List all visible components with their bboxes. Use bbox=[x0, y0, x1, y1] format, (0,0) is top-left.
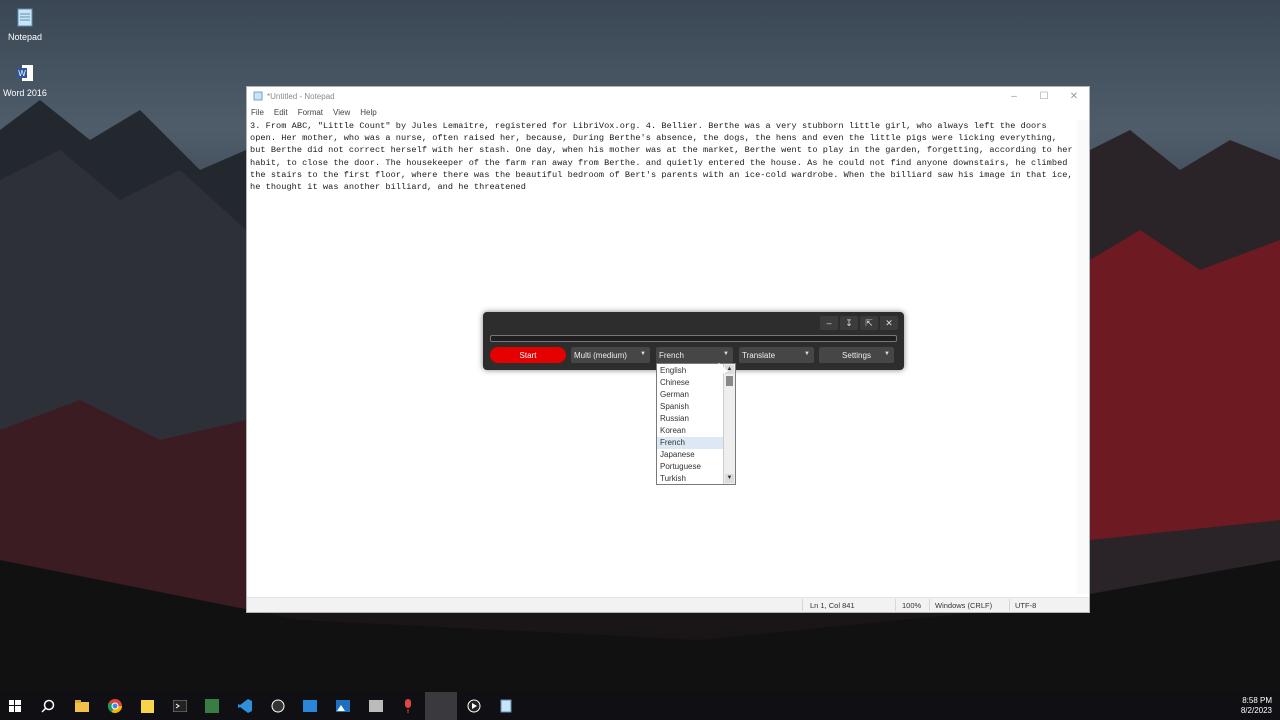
vscode-icon[interactable] bbox=[235, 696, 255, 716]
maximize-button[interactable]: ☐ bbox=[1029, 87, 1059, 105]
settings-label: Settings bbox=[842, 350, 871, 360]
encoding: UTF-8 bbox=[1015, 601, 1037, 610]
menu-edit[interactable]: Edit bbox=[274, 108, 288, 117]
sticky-notes-icon[interactable] bbox=[137, 696, 157, 716]
system-clock[interactable]: 8:58 PM 8/2/2023 bbox=[1241, 696, 1272, 716]
start-button[interactable]: Start bbox=[490, 347, 566, 363]
app-icon[interactable] bbox=[202, 696, 222, 716]
microphone-icon[interactable] bbox=[398, 696, 418, 716]
app-icon[interactable] bbox=[366, 696, 386, 716]
list-scrollbar[interactable]: ▲ ▼ bbox=[723, 364, 735, 484]
language-option[interactable]: Portuguese bbox=[657, 461, 723, 473]
window-title: *Untitled - Notepad bbox=[267, 91, 335, 101]
text-editor[interactable]: 3. From ABC, "Little Count" by Jules Lem… bbox=[250, 120, 1075, 193]
level-meter bbox=[490, 335, 897, 342]
windows-logo-icon bbox=[9, 700, 21, 712]
clock-date: 8/2/2023 bbox=[1240, 706, 1272, 715]
minimize-icon[interactable]: – bbox=[820, 316, 838, 330]
pin-icon[interactable]: ⇱ bbox=[860, 316, 878, 330]
language-option[interactable]: Russian bbox=[657, 413, 723, 425]
chrome-icon[interactable] bbox=[105, 696, 125, 716]
desktop-icon-word[interactable]: W Word 2016 bbox=[0, 62, 53, 98]
obs-icon[interactable] bbox=[268, 696, 288, 716]
cursor-position: Ln 1, Col 841 bbox=[810, 601, 855, 610]
model-dropdown[interactable]: Multi (medium) ▼ bbox=[571, 347, 650, 363]
mode-value: Translate bbox=[742, 350, 776, 360]
desktop-icon-label: Word 2016 bbox=[3, 88, 47, 98]
desktop-icon-label: Notepad bbox=[7, 32, 43, 42]
status-bar: Ln 1, Col 841 100% Windows (CRLF) UTF-8 bbox=[247, 597, 1089, 612]
desktop-icon-notepad[interactable]: Notepad bbox=[0, 6, 53, 42]
chevron-down-icon: ▼ bbox=[804, 351, 810, 357]
settings-dropdown[interactable]: Settings ▼ bbox=[819, 347, 894, 363]
transcription-app-window: – ↧ ⇱ ✕ Start Multi (medium) ▼ French ▼ Tr… bbox=[483, 312, 904, 370]
notepad-icon bbox=[253, 91, 263, 101]
language-option[interactable]: English bbox=[657, 365, 723, 377]
app-icon[interactable] bbox=[300, 696, 320, 716]
close-button[interactable]: ✕ bbox=[1059, 87, 1089, 105]
zoom-level: 100% bbox=[902, 601, 922, 610]
language-value: French bbox=[659, 350, 684, 360]
menu-bar: File Edit Format View Help bbox=[247, 105, 1089, 119]
notepad-icon bbox=[17, 8, 33, 27]
chevron-down-icon: ▼ bbox=[640, 351, 646, 357]
model-value: Multi (medium) bbox=[574, 350, 627, 360]
notepad-titlebar[interactable]: *Untitled - Notepad bbox=[247, 87, 1089, 105]
language-list: English Chinese German Spanish Russian K… bbox=[656, 363, 736, 485]
vertical-scrollbar[interactable] bbox=[1077, 120, 1089, 594]
photos-icon[interactable] bbox=[333, 696, 353, 716]
close-icon[interactable]: ✕ bbox=[880, 316, 898, 330]
menu-file[interactable]: File bbox=[251, 108, 264, 117]
language-option[interactable]: German bbox=[657, 389, 723, 401]
chevron-down-icon: ▼ bbox=[723, 351, 729, 357]
word-icon: W bbox=[17, 65, 33, 81]
language-option[interactable]: Japanese bbox=[657, 449, 723, 461]
media-player-icon[interactable] bbox=[464, 696, 484, 716]
active-app-highlight bbox=[425, 692, 457, 720]
minimize-button[interactable]: – bbox=[999, 87, 1029, 105]
scroll-thumb[interactable] bbox=[726, 376, 733, 386]
search-button[interactable] bbox=[38, 696, 58, 716]
menu-format[interactable]: Format bbox=[298, 108, 323, 117]
chevron-down-icon: ▼ bbox=[884, 351, 890, 357]
menu-view[interactable]: View bbox=[333, 108, 350, 117]
terminal-icon[interactable] bbox=[170, 696, 190, 716]
scroll-down-icon[interactable]: ▼ bbox=[725, 474, 734, 483]
clock-time: 8:58 PM bbox=[1242, 696, 1272, 705]
line-ending: Windows (CRLF) bbox=[935, 601, 993, 610]
svg-text:W: W bbox=[18, 69, 26, 78]
language-option[interactable]: Turkish bbox=[657, 473, 723, 485]
language-option[interactable]: Chinese bbox=[657, 377, 723, 389]
taskbar: 8:58 PM 8/2/2023 bbox=[0, 692, 1280, 720]
language-option-selected[interactable]: French bbox=[657, 437, 723, 449]
mode-dropdown[interactable]: Translate ▼ bbox=[739, 347, 814, 363]
notepad-icon[interactable] bbox=[496, 696, 516, 716]
file-explorer-icon[interactable] bbox=[72, 696, 92, 716]
language-option[interactable]: Korean bbox=[657, 425, 723, 437]
menu-help[interactable]: Help bbox=[360, 108, 376, 117]
search-icon bbox=[41, 699, 55, 713]
dock-icon[interactable]: ↧ bbox=[840, 316, 858, 330]
language-option[interactable]: Spanish bbox=[657, 401, 723, 413]
start-menu-button[interactable] bbox=[5, 696, 25, 716]
